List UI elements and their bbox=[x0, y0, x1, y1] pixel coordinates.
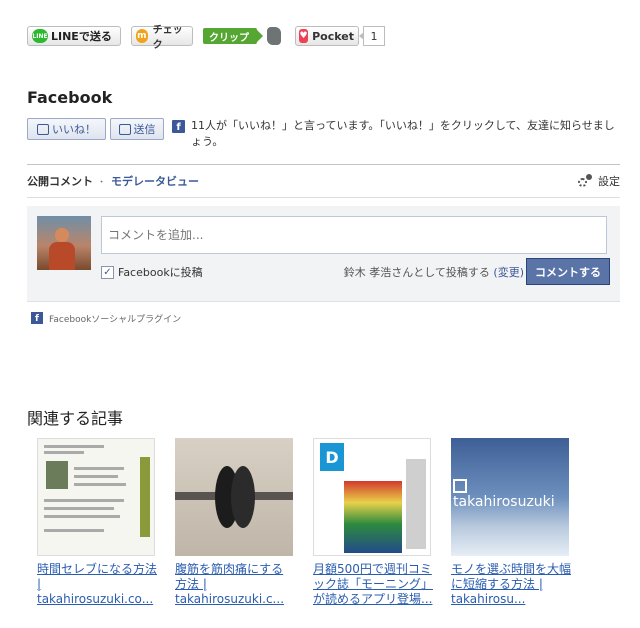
clip-button[interactable]: クリップ bbox=[203, 28, 263, 44]
related-article[interactable]: 腹筋を筋肉痛にする方法 | takahirosuzuki.c... bbox=[175, 438, 295, 607]
thumb-brand: takahirosuzuki bbox=[453, 478, 569, 510]
gear-icon bbox=[578, 174, 592, 188]
pocket-button[interactable]: ♥ Pocket bbox=[295, 26, 359, 46]
thumb-decoration bbox=[46, 461, 68, 489]
comments-header: 公開コメント ・ モデレータビュー 設定 bbox=[27, 165, 620, 198]
send-label: 送信 bbox=[133, 123, 156, 136]
comment-submit-button[interactable]: コメントする bbox=[526, 258, 610, 285]
post-to-facebook-option[interactable]: ✓ Facebookに投稿 bbox=[101, 264, 203, 280]
thumb-decoration bbox=[44, 445, 104, 448]
line-share-label: LINEで送る bbox=[51, 30, 112, 43]
related-articles-title: 関連する記事 bbox=[27, 409, 124, 428]
brand-logo-icon bbox=[453, 479, 467, 493]
avatar-head bbox=[55, 228, 69, 242]
settings-button[interactable]: 設定 bbox=[578, 173, 620, 189]
related-article[interactable]: D 月額500円で週刊コミック誌「モーニング」が読めるアプリ登場... bbox=[313, 438, 433, 607]
d-logo: D bbox=[320, 443, 344, 471]
like-label: いいね！ bbox=[52, 123, 96, 136]
comment-compose-box: ✓ Facebookに投稿 鈴木 孝浩さんとして投稿する (変更) コメントする bbox=[27, 206, 620, 302]
tab-public-comments[interactable]: 公開コメント bbox=[27, 173, 93, 189]
related-article[interactable]: 時間セレブになる方法 | takahirosuzuki.co... bbox=[37, 438, 157, 607]
facebook-comments: 公開コメント ・ モデレータビュー 設定 ✓ Facebookに投稿 鈴木 孝浩… bbox=[27, 164, 620, 329]
facebook-icon: f bbox=[31, 312, 43, 324]
social-plugin-label: Facebookソーシャルプラグイン bbox=[49, 314, 182, 325]
pocket-icon: ♥ bbox=[299, 29, 309, 43]
thumb-decoration bbox=[74, 483, 126, 486]
avatar-body bbox=[49, 242, 75, 270]
thumb-decoration bbox=[44, 499, 124, 502]
thumbs-up-icon bbox=[37, 123, 49, 135]
settings-label: 設定 bbox=[598, 175, 620, 188]
article-thumbnail[interactable]: takahirosuzuki bbox=[451, 438, 569, 556]
comment-input[interactable] bbox=[101, 216, 607, 254]
tab-moderator-view[interactable]: モデレータビュー bbox=[111, 173, 199, 189]
mixi-icon: m bbox=[136, 29, 148, 43]
facebook-section-title: Facebook bbox=[27, 88, 113, 107]
article-title-link[interactable]: 時間セレブになる方法 | takahirosuzuki.co... bbox=[37, 562, 157, 607]
related-article[interactable]: takahirosuzuki モノを選ぶ時間を大幅に短縮する方法 | takah… bbox=[451, 438, 571, 607]
mixi-check-label: チェック bbox=[152, 25, 183, 51]
post-to-facebook-checkbox[interactable]: ✓ bbox=[101, 265, 114, 279]
article-thumbnail[interactable]: D bbox=[313, 438, 431, 556]
article-title-link[interactable]: 月額500円で週刊コミック誌「モーニング」が読めるアプリ登場... bbox=[313, 562, 433, 607]
article-title-link[interactable]: 腹筋を筋肉痛にする方法 | takahirosuzuki.c... bbox=[175, 562, 295, 607]
article-title-link[interactable]: モノを選ぶ時間を大幅に短縮する方法 | takahirosu... bbox=[451, 562, 571, 607]
thumb-decoration bbox=[44, 529, 104, 532]
line-share-button[interactable]: LINE LINEで送る bbox=[27, 26, 121, 46]
clip-label: クリップ bbox=[209, 32, 249, 44]
thumb-brand-text: takahirosuzuki bbox=[453, 494, 555, 510]
mixi-check-button[interactable]: m チェック bbox=[131, 25, 193, 51]
thumb-decoration bbox=[406, 459, 426, 549]
thumb-decoration bbox=[74, 475, 118, 478]
thumb-decoration bbox=[44, 515, 120, 518]
facebook-icon: f bbox=[172, 120, 185, 133]
article-thumbnail[interactable] bbox=[37, 438, 155, 556]
post-to-facebook-label: Facebookに投稿 bbox=[118, 266, 203, 279]
facebook-send-button[interactable]: 送信 bbox=[110, 118, 164, 140]
thumb-decoration bbox=[140, 457, 150, 537]
share-bar: LINE LINEで送る m チェック クリップ ♥ Pocket 1 bbox=[27, 25, 385, 51]
article-thumbnail[interactable] bbox=[175, 438, 293, 556]
avatar bbox=[37, 216, 91, 270]
pocket-label: Pocket bbox=[312, 29, 354, 43]
thumb-decoration bbox=[44, 507, 114, 510]
thumb-decoration bbox=[231, 466, 255, 528]
change-user-link[interactable]: (変更) bbox=[493, 266, 524, 279]
pocket-count: 1 bbox=[359, 26, 385, 46]
posting-as-text: 鈴木 孝浩さんとして投稿する (変更) bbox=[344, 264, 524, 280]
evernote-icon[interactable] bbox=[267, 27, 281, 45]
thumb-decoration bbox=[74, 467, 124, 470]
social-plugin-footer[interactable]: f Facebookソーシャルプラグイン bbox=[27, 307, 620, 329]
thumb-decoration bbox=[344, 481, 402, 553]
posting-as-label: 鈴木 孝浩さんとして投稿する bbox=[343, 266, 490, 279]
facebook-like-button[interactable]: いいね！ bbox=[27, 118, 106, 140]
line-icon: LINE bbox=[32, 29, 48, 43]
like-count-text: 11人が「いいね！」と言っています。「いいね！」をクリックして、友達に知らせまし… bbox=[191, 119, 615, 148]
message-icon bbox=[118, 123, 131, 135]
tab-separator: ・ bbox=[97, 177, 107, 188]
thumb-decoration bbox=[44, 451, 84, 454]
